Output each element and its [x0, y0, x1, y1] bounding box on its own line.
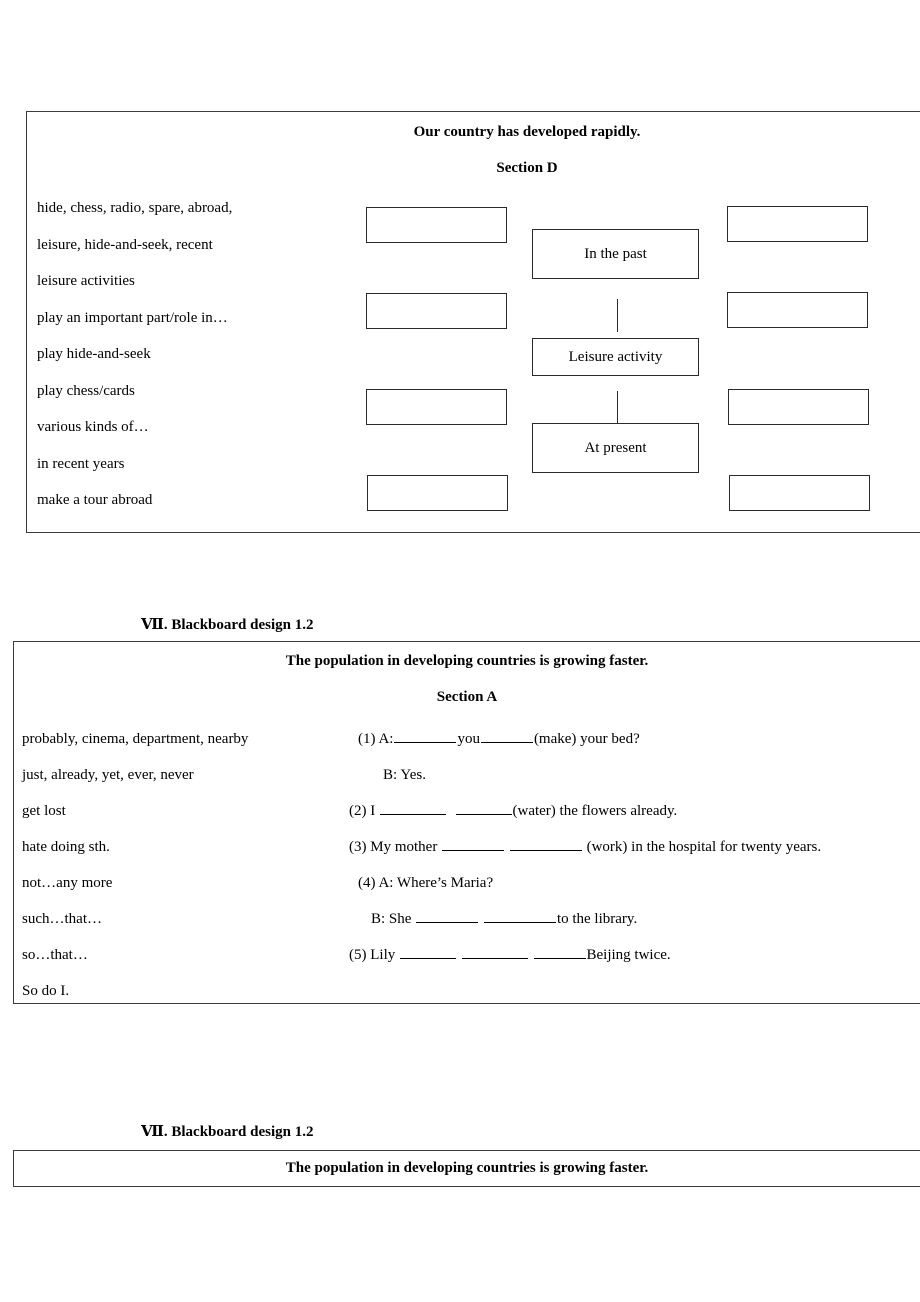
exercise-item-5: (5) Lily Beijing twice. [349, 937, 920, 973]
section-b-title: The population in developing countries i… [285, 1160, 649, 1176]
word-list-item: leisure activities [37, 273, 135, 289]
blank-box-left-2[interactable] [366, 293, 507, 329]
word-list-item: in recent years [37, 455, 125, 472]
answer-blank[interactable] [461, 944, 528, 959]
exercise-mid: you [457, 731, 480, 747]
exercise-post: (make) your bed? [533, 731, 640, 747]
exercise-post: (work) in the hospital for twenty years. [586, 839, 822, 855]
section-a-word-list: probably, cinema, department, nearby jus… [22, 721, 322, 1009]
word-list-item: get lost [22, 803, 66, 819]
answer-blank[interactable] [380, 800, 446, 815]
exercise-item-3: (3) My mother (work) in the hospital for… [349, 829, 920, 865]
word-list-item: hide, chess, radio, spare, abroad, [37, 200, 233, 216]
exercise-item-2: (2) I (water) the flowers already. [349, 793, 920, 829]
blank-box-right-2[interactable] [727, 292, 868, 328]
stage-box-leisure-activity[interactable]: Leisure activity [532, 338, 699, 376]
word-list-item: leisure, hide-and-seek, recent [37, 236, 213, 253]
word-list-item: not…any more [22, 875, 113, 891]
word-list-item: play chess/cards [37, 382, 135, 399]
word-list-item: hate doing sth. [22, 839, 110, 855]
exercise-number: (4) [358, 875, 376, 891]
stage-box-in-the-past[interactable]: In the past [532, 229, 699, 279]
word-list-item: probably, cinema, department, nearby [22, 731, 249, 747]
exercise-pre: Lily [370, 947, 396, 963]
section-d-title: Our country has developed rapidly. [413, 124, 641, 140]
word-list-item: so…that… [22, 947, 88, 963]
blackboard-panel-section-d: Our country has developed rapidly. Secti… [26, 111, 920, 533]
answer-blank[interactable] [442, 836, 505, 851]
blackboard-design-heading-a: Ⅶ. Blackboard design 1.2 [141, 617, 314, 633]
exercise-post: Beijing twice. [586, 947, 671, 963]
exercise-number: (3) [349, 839, 367, 855]
answer-blank[interactable] [533, 944, 586, 959]
exercise-pre: My mother [370, 839, 438, 855]
answer-blank[interactable] [394, 728, 457, 743]
word-list-item: So do I. [22, 983, 70, 999]
stage-box-at-present[interactable]: At present [532, 423, 699, 473]
exercise-item-1: (1) A: you (make) your bed? [349, 721, 920, 757]
blackboard-design-heading-b: Ⅶ. Blackboard design 1.2 [141, 1124, 314, 1140]
answer-blank[interactable] [483, 908, 556, 923]
answer-blank[interactable] [455, 800, 512, 815]
exercise-answer-line: B: Yes. [383, 767, 426, 783]
word-list-item: just, already, yet, ever, never [22, 767, 194, 783]
blank-box-left-4[interactable] [367, 475, 508, 511]
connector-past-to-leisure [617, 299, 618, 332]
answer-blank[interactable] [400, 944, 456, 959]
exercise-pre: A: [378, 731, 394, 747]
exercise-item-4: (4) A: Where’s Maria? [349, 865, 920, 901]
exercise-answer-line: B: She [371, 911, 412, 927]
answer-blank[interactable] [416, 908, 479, 923]
word-list-item: play hide-and-seek [37, 346, 151, 362]
answer-blank[interactable] [480, 728, 533, 743]
word-list-item: various kinds of… [37, 419, 149, 435]
exercise-list: (1) A: you (make) your bed? B: Yes. (2) I … [349, 721, 920, 973]
blank-box-left-1[interactable] [366, 207, 507, 243]
exercise-number: (1) [358, 731, 376, 747]
blackboard-panel-section-b: The population in developing countries i… [13, 1150, 920, 1187]
section-d-subtitle: Section D [496, 160, 558, 176]
word-list-item: make a tour abroad [37, 492, 153, 508]
connector-leisure-to-present [617, 391, 618, 424]
blank-box-left-3[interactable] [366, 389, 507, 425]
exercise-post: to the library. [556, 911, 638, 927]
word-list-item: such…that… [22, 911, 102, 927]
exercise-pre: I [370, 803, 376, 819]
blackboard-panel-section-a: The population in developing countries i… [13, 641, 920, 1004]
blank-box-right-1[interactable] [727, 206, 868, 242]
blank-box-right-4[interactable] [729, 475, 870, 511]
exercise-item-1-answer: B: Yes. [349, 757, 920, 793]
section-d-word-list: hide, chess, radio, spare, abroad, leisu… [37, 190, 367, 519]
word-list-item: play an important part/role in… [37, 309, 228, 326]
exercise-post: (water) the flowers already. [512, 803, 678, 819]
exercise-number: (5) [349, 947, 367, 963]
exercise-number: (2) [349, 803, 367, 819]
section-a-title: The population in developing countries i… [285, 653, 649, 669]
document-page: Our country has developed rapidly. Secti… [0, 0, 920, 1302]
section-a-subtitle: Section A [436, 689, 498, 705]
exercise-item-4-answer: B: She to the library. [349, 901, 920, 937]
answer-blank[interactable] [509, 836, 582, 851]
exercise-pre: A: Where’s Maria? [378, 875, 494, 891]
blank-box-right-3[interactable] [728, 389, 869, 425]
